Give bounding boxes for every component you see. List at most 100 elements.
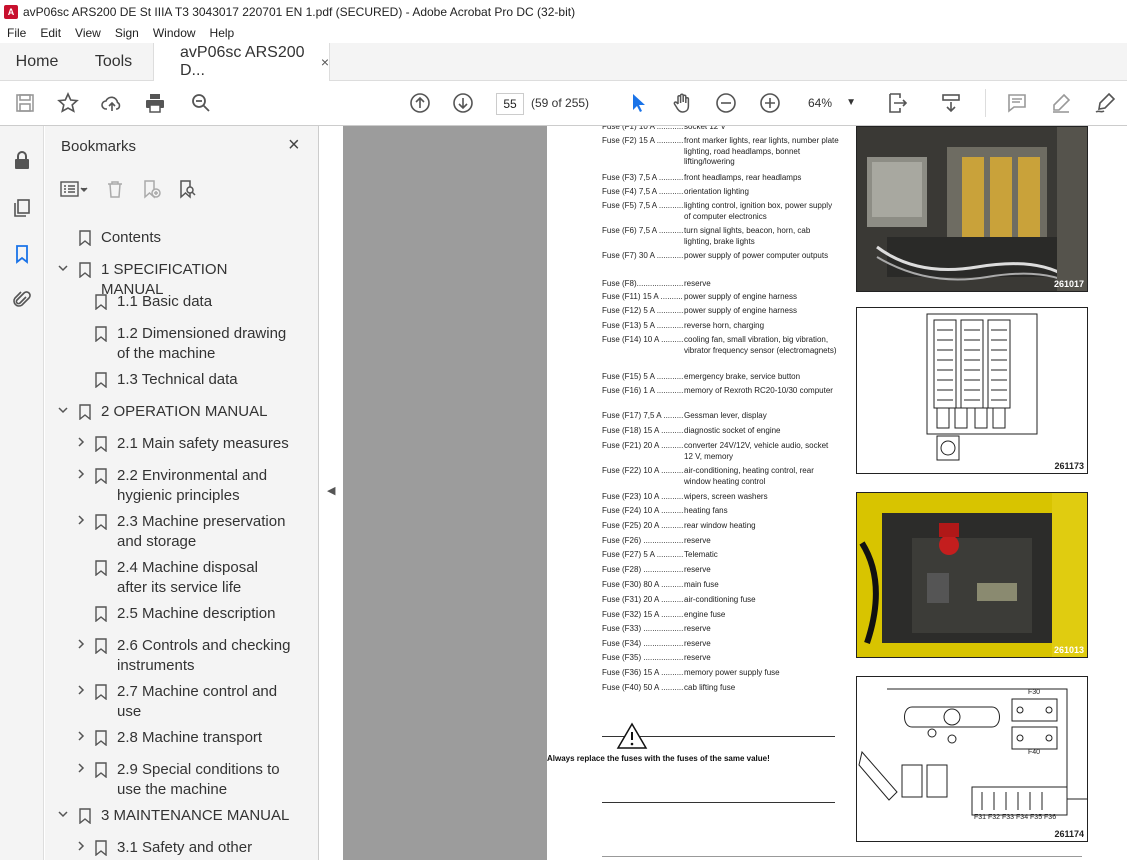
bookmark-item[interactable]: 1.2 Dimensioned drawing of the machine xyxy=(45,324,303,368)
fuse-id: Fuse (F7) 30 A ............. xyxy=(602,251,683,260)
menu-edit[interactable]: Edit xyxy=(33,26,68,40)
chevron-right-icon[interactable] xyxy=(75,514,87,529)
comment-icon[interactable] xyxy=(1004,90,1030,116)
bookmark-item[interactable]: 1.1 Basic data xyxy=(45,292,303,316)
bookmarks-panel-icon[interactable] xyxy=(10,242,34,266)
bookmark-item[interactable]: Contents xyxy=(45,228,303,252)
close-panel-icon[interactable]: × xyxy=(288,134,300,157)
zoom-search-icon[interactable] xyxy=(188,90,214,116)
bookmark-item[interactable]: 3.1 Safety and other xyxy=(45,838,303,860)
chevron-right-icon[interactable] xyxy=(75,468,87,483)
collapse-left-icon[interactable]: ◀ xyxy=(327,484,335,497)
bookmark-icon xyxy=(95,514,107,531)
tab-tools[interactable]: Tools xyxy=(74,43,153,81)
bookmark-item[interactable]: 2.2 Environmental and hygienic principle… xyxy=(45,466,303,510)
page-number-input[interactable]: 55 xyxy=(496,93,524,115)
document-viewer[interactable]: Fuse (F1) 10 A ............. socket 12 VF… xyxy=(343,126,1127,860)
panel-collapse-handle[interactable]: ◀ xyxy=(319,126,343,860)
bookmark-item[interactable]: 2.6 Controls and checking instruments xyxy=(45,636,303,680)
find-bookmark-icon[interactable] xyxy=(177,179,197,204)
bookmark-icon xyxy=(95,436,107,453)
tab-document[interactable]: avP06sc ARS200 D... × xyxy=(153,43,330,81)
fuse-description: reverse horn, charging xyxy=(684,321,765,330)
sign-pen-icon[interactable] xyxy=(1092,90,1118,116)
chevron-right-icon[interactable] xyxy=(75,436,87,451)
previous-page-icon[interactable] xyxy=(407,90,433,116)
bookmark-item[interactable]: 2.4 Machine disposal after its service l… xyxy=(45,558,303,602)
pdf-page: Fuse (F1) 10 A ............. socket 12 VF… xyxy=(547,126,1127,860)
fuse-description: diagnostic socket of engine xyxy=(684,426,781,435)
title-bar: A avP06sc ARS200 DE St IIIA T3 3043017 2… xyxy=(0,0,1127,23)
fuse-id: Fuse (F18) 15 A ........... xyxy=(602,426,683,435)
zoom-level-select[interactable]: 64% ▼ xyxy=(802,93,862,115)
next-page-icon[interactable] xyxy=(450,90,476,116)
bookmarks-toolbar xyxy=(59,178,197,204)
fuse-description: air-conditioning, heating control, rear … xyxy=(684,466,814,486)
delete-bookmark-icon[interactable] xyxy=(105,179,125,204)
bookmark-item[interactable]: 2.7 Machine control and use xyxy=(45,682,303,726)
figure-caption-261017: 261017 xyxy=(1053,279,1084,289)
page-count: (59 of 255) xyxy=(531,96,590,110)
bookmark-star-icon[interactable] xyxy=(55,90,81,116)
bookmark-item[interactable]: 2.1 Main safety measures xyxy=(45,434,303,458)
print-icon[interactable] xyxy=(142,90,168,116)
bookmark-icon xyxy=(95,294,107,311)
fuse-description: reserve xyxy=(684,536,711,545)
lock-icon[interactable] xyxy=(10,148,34,172)
bookmark-label: 2.8 Machine transport xyxy=(117,729,263,746)
menu-file[interactable]: File xyxy=(0,26,33,40)
zoom-out-icon[interactable] xyxy=(713,90,739,116)
chevron-right-icon[interactable] xyxy=(75,684,87,699)
menu-help[interactable]: Help xyxy=(203,26,242,40)
close-tab-icon[interactable]: × xyxy=(321,54,329,70)
pages-thumbnail-icon[interactable] xyxy=(10,196,34,220)
bookmark-icon xyxy=(95,730,107,747)
new-bookmark-icon[interactable] xyxy=(141,179,161,204)
highlight-pen-icon[interactable] xyxy=(1048,90,1074,116)
bookmark-item[interactable]: 2.9 Special conditions to use the machin… xyxy=(45,760,303,804)
bookmark-item[interactable]: 2.8 Machine transport xyxy=(45,728,303,752)
bookmark-item[interactable]: 2.3 Machine preservation and storage xyxy=(45,512,303,556)
bookmark-icon xyxy=(95,560,107,577)
bookmark-item[interactable]: 1.3 Technical data xyxy=(45,370,303,394)
upload-cloud-icon[interactable] xyxy=(99,90,125,116)
bookmark-label: 1.2 Dimensioned drawing of the machine xyxy=(117,325,287,362)
fuse-description: Telematic xyxy=(684,550,718,559)
hand-tool-icon[interactable] xyxy=(669,90,695,116)
page-fit-icon[interactable] xyxy=(884,90,910,116)
fuse-description: reserve xyxy=(684,565,711,574)
tab-home[interactable]: Home xyxy=(0,43,74,81)
chevron-down-icon[interactable] xyxy=(57,808,69,823)
bookmark-item[interactable]: 2.5 Machine description xyxy=(45,604,303,628)
attachment-icon[interactable] xyxy=(10,288,34,312)
fuse-description: heating fans xyxy=(684,506,728,515)
scroll-mode-icon[interactable] xyxy=(938,90,964,116)
select-cursor-icon[interactable] xyxy=(625,90,651,116)
bookmark-item[interactable]: 2 OPERATION MANUAL xyxy=(45,402,303,426)
chevron-down-icon[interactable] xyxy=(57,404,69,419)
label-f40: F40 xyxy=(1028,749,1041,756)
chevron-right-icon[interactable] xyxy=(75,840,87,855)
bookmark-label: 3.1 Safety and other xyxy=(117,839,253,856)
bookmark-icon xyxy=(95,840,107,857)
chevron-right-icon[interactable] xyxy=(75,730,87,745)
chevron-down-icon[interactable] xyxy=(57,262,69,277)
page-footer-rule xyxy=(602,856,1082,857)
fuse-description: turn signal lights, beacon, horn, cab li… xyxy=(684,226,811,246)
fuse-id: Fuse (F35) ...................... xyxy=(602,653,683,662)
fuse-description: power supply of power computer outputs xyxy=(684,251,829,260)
bookmark-item[interactable]: 3 MAINTENANCE MANUAL xyxy=(45,806,303,830)
fuse-id: Fuse (F11) 15 A ........... xyxy=(602,292,683,301)
fuse-description: Gessman lever, display xyxy=(684,411,767,420)
menu-view[interactable]: View xyxy=(68,26,108,40)
options-menu-icon[interactable] xyxy=(59,179,89,204)
bookmark-icon xyxy=(95,372,107,389)
toolbar-divider xyxy=(985,89,986,117)
menu-window[interactable]: Window xyxy=(146,26,203,40)
save-icon[interactable] xyxy=(12,90,38,116)
chevron-right-icon[interactable] xyxy=(75,762,87,777)
bookmark-item[interactable]: 1 SPECIFICATION MANUAL xyxy=(45,260,303,298)
zoom-in-icon[interactable] xyxy=(757,90,783,116)
chevron-right-icon[interactable] xyxy=(75,638,87,653)
menu-sign[interactable]: Sign xyxy=(108,26,146,40)
